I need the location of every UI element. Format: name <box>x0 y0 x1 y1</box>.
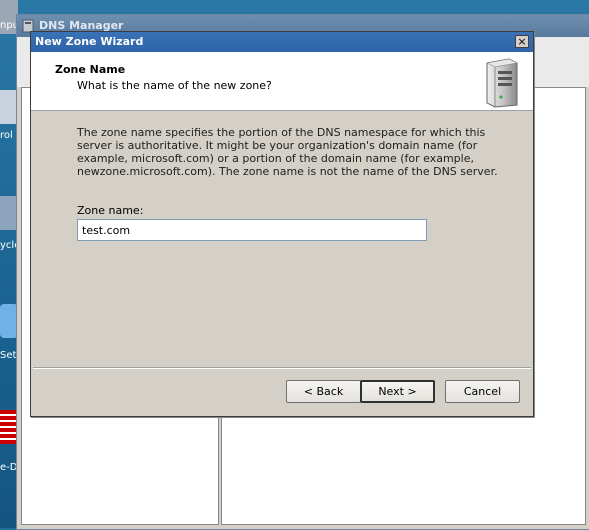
zone-name-input[interactable] <box>77 219 427 241</box>
zone-name-label: Zone name: <box>77 204 144 217</box>
cancel-button[interactable]: Cancel <box>445 380 520 403</box>
wizard-subheading: What is the name of the new zone? <box>77 79 272 92</box>
wizard-heading: Zone Name <box>55 63 126 76</box>
back-button[interactable]: < Back <box>286 380 361 403</box>
new-zone-wizard-dialog: New Zone Wizard × Zone Name What is the … <box>30 31 534 417</box>
button-separator <box>33 367 531 369</box>
next-button[interactable]: Next > <box>360 380 435 403</box>
close-icon: × <box>517 35 527 48</box>
wizard-titlebar[interactable]: New Zone Wizard × <box>31 32 533 52</box>
wizard-header: Zone Name What is the name of the new zo… <box>31 52 533 111</box>
wizard-title: New Zone Wizard <box>35 35 144 48</box>
server-icon <box>486 58 518 108</box>
close-button[interactable]: × <box>515 35 529 48</box>
wizard-description: The zone name specifies the portion of t… <box>77 126 498 178</box>
